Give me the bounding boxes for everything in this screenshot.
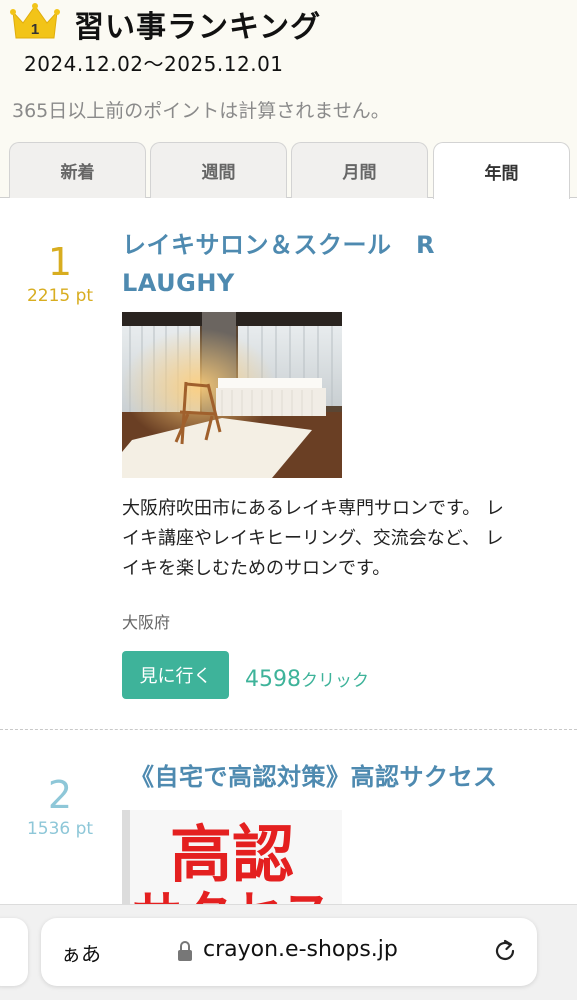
- tab-weekly[interactable]: 週間: [150, 142, 287, 198]
- tab-monthly[interactable]: 月間: [291, 142, 428, 198]
- ranking-period: 2024.12.02〜2025.12.01: [24, 52, 284, 76]
- points-note: 365日以上前のポイントは計算されません。: [12, 100, 390, 122]
- image-text-main: 高認: [170, 818, 294, 891]
- rank-points: 1536 pt: [26, 819, 94, 839]
- ranking-list: 1 2215 pt レイキサロン＆スクール R LAUGHY 大阪府吹田市にある…: [0, 198, 577, 1000]
- rank-number: 1: [47, 240, 73, 284]
- item-description: 大阪府吹田市にあるレイキ専門サロンです。 レ イキ講座やレイキヒーリング、交流会…: [122, 498, 504, 579]
- image-text-sub: サクセス: [132, 886, 332, 904]
- page-settings-button[interactable]: ぁあ: [61, 938, 101, 967]
- rank-badge: 1 2215 pt: [0, 240, 120, 306]
- crown-number: 1: [31, 21, 39, 38]
- page: 1 習い事ランキング 2024.12.02〜2025.12.01 365日以上前…: [0, 0, 577, 1000]
- previous-tab-card[interactable]: [0, 918, 28, 986]
- url-text: crayon.e-shops.jp: [203, 937, 398, 962]
- lock-icon: [177, 940, 193, 962]
- visit-button[interactable]: 見に行く: [122, 651, 229, 699]
- browser-toolbar: ぁあ crayon.e-shops.jp: [0, 904, 577, 1000]
- school-photo[interactable]: 高認 サクセス: [122, 810, 342, 904]
- item-title-link[interactable]: レイキサロン＆スクール R LAUGHY: [122, 226, 435, 302]
- page-title: 習い事ランキング: [74, 10, 322, 45]
- rank-number: 2: [47, 773, 73, 817]
- item-divider: [0, 729, 577, 730]
- reload-icon[interactable]: [491, 937, 519, 965]
- ranking-header: 1 習い事ランキング 2024.12.02〜2025.12.01 365日以上前…: [0, 0, 577, 140]
- item-title-link[interactable]: 《自宅で高認対策》高認サクセス: [130, 758, 498, 796]
- address-bar[interactable]: ぁあ crayon.e-shops.jp: [41, 918, 537, 986]
- rank-points: 2215 pt: [26, 286, 94, 306]
- salon-photo[interactable]: [122, 312, 342, 478]
- tab-new[interactable]: 新着: [9, 142, 146, 198]
- tab-yearly[interactable]: 年間: [433, 142, 570, 199]
- period-tabs: 新着 週間 月間 年間: [0, 140, 577, 199]
- rank-badge: 2 1536 pt: [0, 773, 120, 839]
- crown-icon: 1: [10, 2, 60, 40]
- click-count: 4598クリック: [245, 667, 369, 692]
- item-prefecture: 大阪府: [122, 613, 171, 632]
